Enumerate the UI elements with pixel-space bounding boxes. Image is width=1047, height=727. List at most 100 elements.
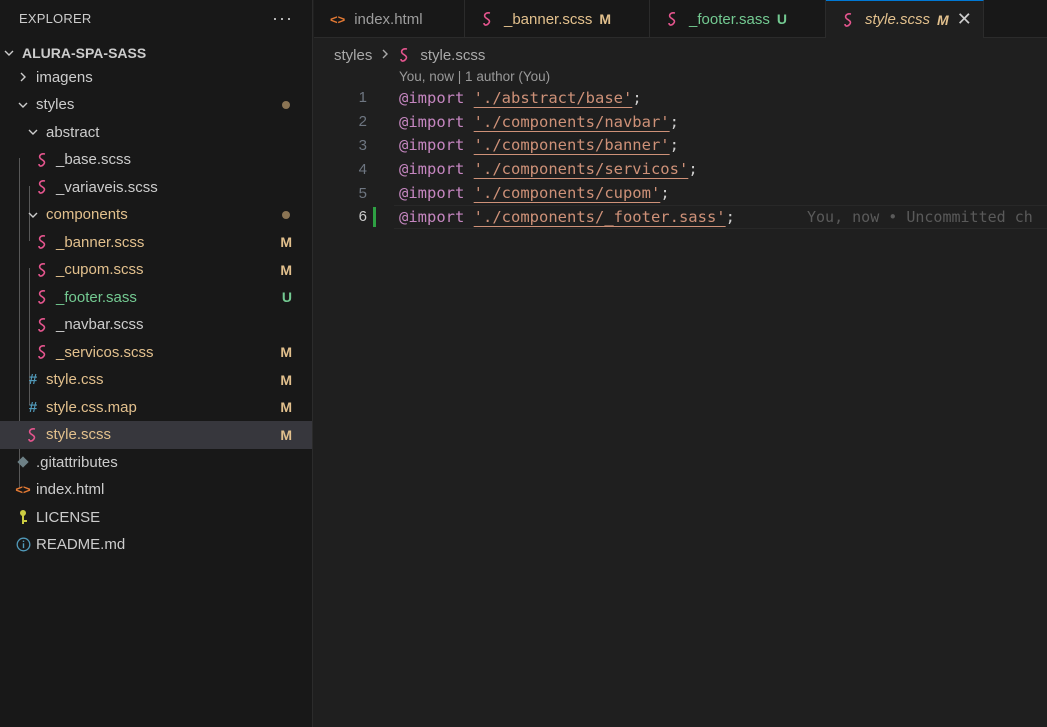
sass-file-icon xyxy=(24,427,42,443)
tab-index-html[interactable]: <> index.html xyxy=(314,0,465,38)
sass-file-icon xyxy=(481,11,495,27)
sass-file-icon xyxy=(34,344,52,360)
modified-dot-indicator xyxy=(282,210,290,219)
root-folder-label: ALURA-SPA-SASS xyxy=(22,44,147,61)
html-file-icon: <> xyxy=(15,482,31,498)
line-number: 2 xyxy=(358,113,367,131)
tree-item-label: _base.scss xyxy=(56,151,132,169)
import-path-link[interactable]: './abstract/base' xyxy=(474,89,633,107)
root-folder[interactable]: ALURA-SPA-SASS xyxy=(0,39,312,67)
tree-item-label: imagens xyxy=(36,68,93,86)
css-file-icon: # xyxy=(28,398,38,416)
code-line: 4 @import './components/servicos'; xyxy=(314,157,1047,181)
info-icon xyxy=(14,537,32,552)
sass-file-icon xyxy=(842,12,856,28)
tree-file-style-css-map[interactable]: # style.css.map M xyxy=(0,394,312,422)
tree-item-label: _servicos.scss xyxy=(56,343,154,361)
close-icon[interactable]: ✕ xyxy=(957,9,972,30)
import-keyword: @import xyxy=(399,112,465,131)
semicolon: ; xyxy=(725,207,735,226)
semicolon: ; xyxy=(660,184,670,203)
breadcrumb: styles style.scss xyxy=(334,44,485,66)
code-text: @import './components/servicos'; xyxy=(399,160,698,178)
tab-label: style.scss xyxy=(865,11,931,28)
code-text: @import './components/cupom'; xyxy=(399,184,670,202)
code-line: 3 @import './components/banner'; xyxy=(314,134,1047,158)
code-text: @import './components/navbar'; xyxy=(399,113,679,131)
code-line-current: 6 @import './components/_footer.sass'; Y… xyxy=(314,204,1047,229)
tree-item-label: index.html xyxy=(36,481,105,499)
tree-file-servicos-scss[interactable]: _servicos.scss M xyxy=(0,339,312,367)
tree-file-navbar-scss[interactable]: _navbar.scss xyxy=(0,311,312,339)
chevron-right-icon xyxy=(380,48,390,63)
tab-footer-sass[interactable]: _footer.sass U xyxy=(650,0,826,38)
tree-folder-styles[interactable]: styles xyxy=(0,91,312,119)
editor-tabs: <> index.html _banner.scss M _footer.sas… xyxy=(314,0,1047,38)
semicolon: ; xyxy=(688,160,698,179)
tree-folder-abstract[interactable]: abstract xyxy=(0,119,312,147)
tree-file-footer-sass[interactable]: _footer.sass U xyxy=(0,284,312,312)
line-number: 5 xyxy=(358,184,367,202)
tab-label: index.html xyxy=(354,10,423,28)
code-line: 5 @import './components/cupom'; xyxy=(314,181,1047,205)
import-path-link[interactable]: './components/servicos' xyxy=(474,160,689,178)
git-added-gutter-indicator xyxy=(373,206,376,227)
git-status-badge: M xyxy=(937,11,949,28)
git-status-badge: M xyxy=(280,261,292,278)
tree-item-label: style.scss xyxy=(46,426,112,444)
tree-file-base-scss[interactable]: _base.scss xyxy=(0,146,312,174)
explorer-sidebar: EXPLORER ··· ALURA-SPA-SASS imagens styl… xyxy=(0,0,313,727)
tree-item-label: _footer.sass xyxy=(56,288,137,306)
tree-file-license[interactable]: LICENSE xyxy=(0,504,312,532)
sass-file-icon xyxy=(34,262,52,278)
line-number: 6 xyxy=(358,208,367,226)
html-file-icon: <> xyxy=(330,11,346,27)
git-status-badge: M xyxy=(280,234,292,251)
tree-file-variaveis-scss[interactable]: _variaveis.scss xyxy=(0,174,312,202)
sass-file-icon xyxy=(666,11,680,27)
tree-file-index-html[interactable]: <> index.html xyxy=(0,476,312,504)
tree-folder-imagens[interactable]: imagens xyxy=(0,64,312,92)
tree-file-banner-scss[interactable]: _banner.scss M xyxy=(0,229,312,257)
semicolon: ; xyxy=(669,112,679,131)
tree-file-gitattributes[interactable]: .gitattributes xyxy=(0,449,312,477)
import-keyword: @import xyxy=(399,184,465,203)
git-status-badge: U xyxy=(281,289,292,306)
explorer-header: EXPLORER ··· xyxy=(0,0,312,36)
git-blame-annotation: You, now • Uncommitted ch xyxy=(807,207,1033,226)
more-actions-icon[interactable]: ··· xyxy=(272,8,293,29)
git-file-icon xyxy=(14,456,32,468)
tree-item-label: _cupom.scss xyxy=(56,261,144,279)
import-path-link[interactable]: './components/_footer.sass' xyxy=(474,208,726,226)
tab-style-scss[interactable]: style.scss M ✕ xyxy=(826,0,984,38)
import-path-link[interactable]: './components/cupom' xyxy=(474,184,661,202)
git-codelens[interactable]: You, now | 1 author (You) xyxy=(399,69,550,84)
code-text: @import './components/banner'; xyxy=(399,136,679,154)
tab-label: _banner.scss xyxy=(504,10,593,28)
tree-folder-components[interactable]: components xyxy=(0,201,312,229)
tree-file-cupom-scss[interactable]: _cupom.scss M xyxy=(0,256,312,284)
code-line: 1 @import './abstract/base'; xyxy=(314,86,1047,110)
code-editor[interactable]: 1 @import './abstract/base'; 2 @import '… xyxy=(314,86,1047,229)
chevron-down-icon xyxy=(26,126,40,138)
tree-item-label: LICENSE xyxy=(36,508,101,526)
import-path-link[interactable]: './components/banner' xyxy=(474,136,670,154)
git-status-badge: M xyxy=(280,344,292,361)
tree-file-style-scss[interactable]: style.scss M xyxy=(0,421,312,449)
git-status-badge: M xyxy=(280,371,292,388)
chevron-right-icon xyxy=(16,71,30,83)
tree-file-style-css[interactable]: # style.css M xyxy=(0,366,312,394)
import-path-link[interactable]: './components/navbar' xyxy=(474,113,670,131)
tab-banner-scss[interactable]: _banner.scss M xyxy=(465,0,650,38)
tab-label: _footer.sass xyxy=(689,10,770,28)
tree-item-label: abstract xyxy=(46,123,100,141)
code-text: @import './components/_footer.sass'; xyxy=(399,208,735,226)
breadcrumb-file[interactable]: style.scss xyxy=(420,47,485,64)
chevron-down-icon xyxy=(26,209,40,221)
tree-file-readme-md[interactable]: README.md xyxy=(0,531,312,559)
chevron-down-icon xyxy=(2,47,16,59)
semicolon: ; xyxy=(669,136,679,155)
breadcrumb-folder[interactable]: styles xyxy=(334,47,372,64)
license-key-icon xyxy=(14,509,32,525)
git-status-badge: M xyxy=(599,11,612,27)
